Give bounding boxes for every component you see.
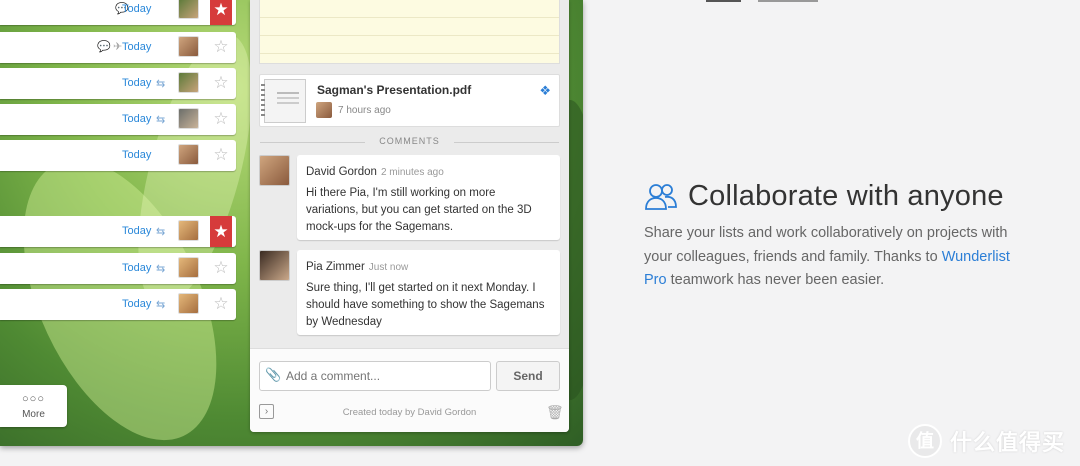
avatar [178, 108, 199, 129]
avatar [178, 220, 199, 241]
comment-avatar [259, 250, 290, 281]
task-row[interactable]: Today ⇆ ☆ [0, 68, 236, 99]
more-dots-icon: ○○○ [22, 393, 45, 405]
task-row[interactable]: Today ⇆ ★ [0, 216, 236, 247]
avatar [178, 36, 199, 57]
avatar [178, 257, 199, 278]
star-icon[interactable]: ☆ [210, 72, 232, 94]
due-date: Today [122, 41, 152, 53]
app-window: 💬 Today ★ 💬 ✈ Today ☆ Today ⇆ ☆ Today ⇆ ☆ Today ☆ Today… [0, 0, 583, 446]
more-label: More [22, 409, 45, 420]
star-icon[interactable]: ★ [210, 0, 232, 25]
repeat-icon: ⇆ [156, 299, 166, 311]
watermark-text: 什么值得买 [950, 430, 1066, 455]
dropbox-icon: ❖ [539, 83, 551, 98]
comments-heading: COMMENTS [250, 136, 569, 146]
task-row[interactable]: Today ⇆ ☆ [0, 289, 236, 320]
due-date: Today [122, 113, 152, 125]
created-info: Created today by David Gordon [342, 407, 477, 418]
send-button[interactable]: Send [496, 361, 560, 391]
pin-icon: ✈ [113, 41, 123, 53]
task-row[interactable]: Today ☆ [0, 140, 236, 171]
star-icon[interactable]: ☆ [210, 257, 232, 279]
comment-author: David Gordon [306, 166, 377, 178]
comment-composer: 📎 Send › Created today by David Gordon 🗑 [250, 348, 569, 432]
repeat-icon: ⇆ [156, 114, 166, 126]
comment: David Gordon 2 minutes ago Hi there Pia, … [297, 155, 560, 240]
comment-time: Just now [368, 262, 409, 273]
task-row[interactable]: 💬 Today ★ [0, 0, 236, 25]
comment-avatar [259, 155, 290, 186]
due-date: Today [122, 225, 152, 237]
avatar [706, 0, 741, 2]
task-row[interactable]: 💬 ✈ Today ☆ [0, 32, 236, 63]
avatar [178, 72, 199, 93]
avatar [316, 102, 332, 118]
trash-icon[interactable]: 🗑 [546, 404, 564, 421]
users-icon [645, 183, 677, 210]
file-time: 7 hours ago [338, 105, 391, 116]
watermark: 值 什么值得买 [908, 424, 1065, 458]
comment-time: 2 minutes ago [380, 167, 444, 178]
comment-body: Sure thing, I'll get started on it next … [306, 282, 545, 328]
comment-icon: 💬 [97, 41, 111, 53]
star-icon[interactable]: ☆ [210, 108, 232, 130]
star-icon[interactable]: ☆ [210, 293, 232, 315]
due-date: Today [122, 3, 152, 15]
avatar [178, 144, 199, 165]
task-note[interactable] [259, 0, 560, 64]
star-icon[interactable]: ☆ [210, 144, 232, 166]
feature-description: Share your lists and work collaborativel… [644, 222, 1034, 293]
comment-author: Pia Zimmer [306, 261, 365, 273]
file-name: Sagman's Presentation.pdf [317, 83, 472, 97]
task-detail-panel: Sagman's Presentation.pdf 7 hours ago ❖ … [250, 0, 569, 432]
top-partial-text [758, 0, 818, 2]
task-row[interactable]: Today ⇆ ☆ [0, 253, 236, 284]
comment: Pia Zimmer Just now Sure thing, I'll get … [297, 250, 560, 335]
file-thumbnail [261, 79, 306, 123]
repeat-icon: ⇆ [156, 226, 166, 238]
feature-headline: Collaborate with anyone [644, 180, 1004, 213]
star-icon[interactable]: ☆ [210, 36, 232, 58]
desc-text-end: teamwork has never been easier. [666, 272, 885, 288]
watermark-logo: 值 [908, 424, 942, 458]
feature-title: Collaborate with anyone [688, 180, 1004, 212]
task-row[interactable]: Today ⇆ ☆ [0, 104, 236, 135]
avatar [178, 0, 199, 19]
repeat-icon: ⇆ [156, 78, 166, 90]
avatar [178, 293, 199, 314]
due-date: Today [122, 262, 152, 274]
paperclip-icon[interactable]: 📎 [265, 367, 281, 383]
comment-body: Hi there Pia, I'm still working on more … [306, 187, 532, 233]
due-date: Today [122, 298, 152, 310]
due-date: Today [122, 77, 152, 89]
star-icon[interactable]: ★ [210, 216, 232, 247]
comment-input[interactable] [259, 361, 491, 391]
file-attachment[interactable]: Sagman's Presentation.pdf 7 hours ago ❖ [259, 74, 560, 127]
due-date: Today [122, 149, 152, 161]
repeat-icon: ⇆ [156, 263, 166, 275]
more-button[interactable]: ○○○ More [0, 385, 67, 427]
